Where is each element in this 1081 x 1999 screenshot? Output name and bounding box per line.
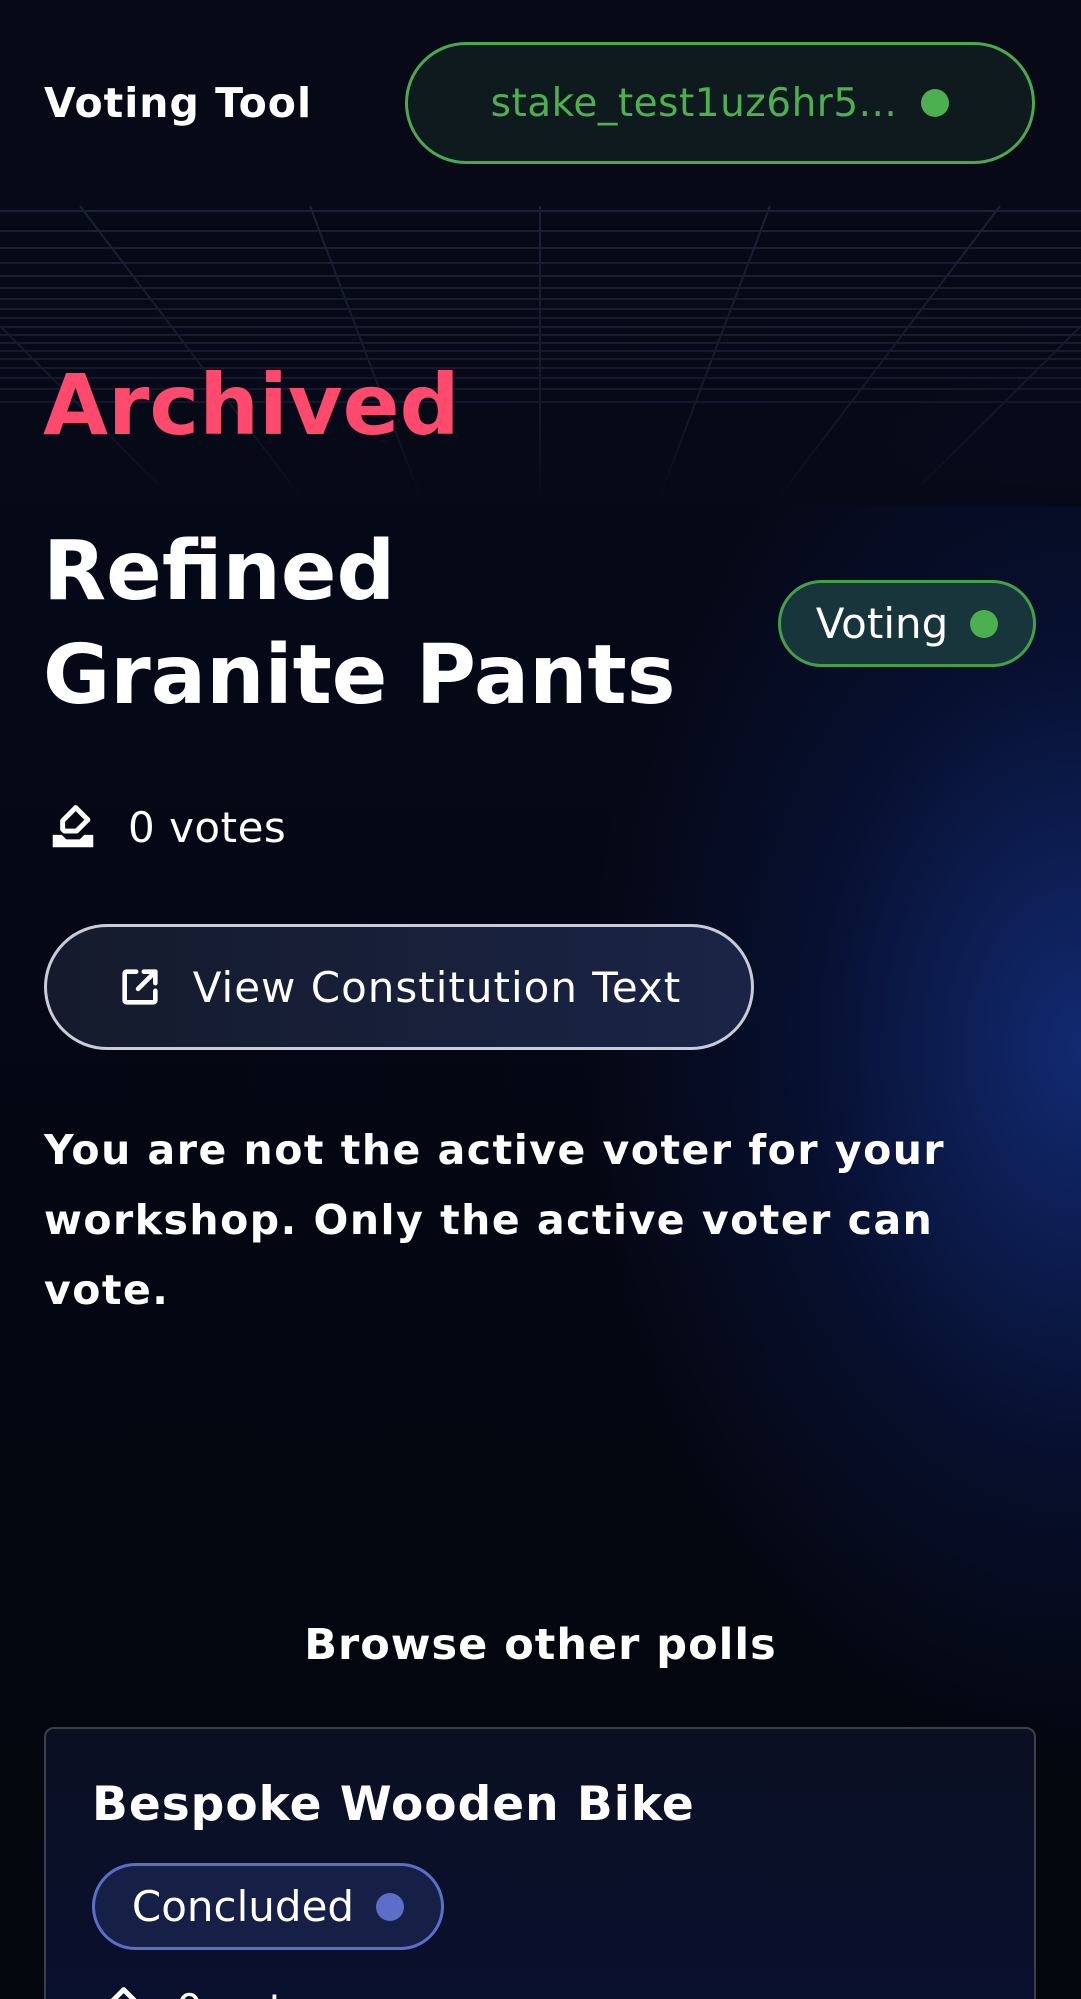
votes-label: 0 votes <box>128 802 287 852</box>
inactive-voter-notice: You are not the active voter for your wo… <box>44 1126 946 1314</box>
poll-status-badge: Voting <box>778 580 1036 667</box>
ballot-icon <box>52 805 94 848</box>
poll-card-votes: 0 votes <box>94 1979 334 1999</box>
top-bar: Voting Tool stake_test1uz6hr5... <box>0 0 1081 206</box>
poll-card-status-badge: Concluded <box>92 1863 444 1950</box>
external-link-icon <box>122 969 158 1005</box>
poll-card[interactable]: Bespoke Wooden Bike Concluded 0 votes <box>44 1727 1036 1999</box>
poll-card-votes-label: 0 votes <box>176 1985 334 1999</box>
wallet-button[interactable]: stake_test1uz6hr5... <box>405 42 1035 164</box>
poll-card-status-label: Concluded <box>131 1882 355 1931</box>
poll-status-label: Voting <box>815 599 949 648</box>
app-title: Voting Tool <box>44 79 313 127</box>
ballot-icon <box>110 1987 137 1999</box>
status-dot-icon <box>376 1892 405 1921</box>
votes-count: 0 votes <box>46 797 286 857</box>
page: Voting Tool stake_test1uz6hr5... Archive… <box>0 0 1081 1999</box>
wallet-connected-indicator <box>921 89 950 117</box>
status-dot-icon <box>970 609 999 638</box>
wallet-address: stake_test1uz6hr5... <box>490 80 898 126</box>
view-constitution-label: View Constitution Text <box>192 962 682 1012</box>
poll-card-title: Bespoke Wooden Bike <box>92 1777 695 1832</box>
poll-title: Refined Granite Pants <box>43 524 676 723</box>
view-constitution-button[interactable]: View Constitution Text <box>44 924 754 1050</box>
browse-polls-heading: Browse other polls <box>304 1620 777 1670</box>
archived-heading: Archived <box>43 356 460 454</box>
